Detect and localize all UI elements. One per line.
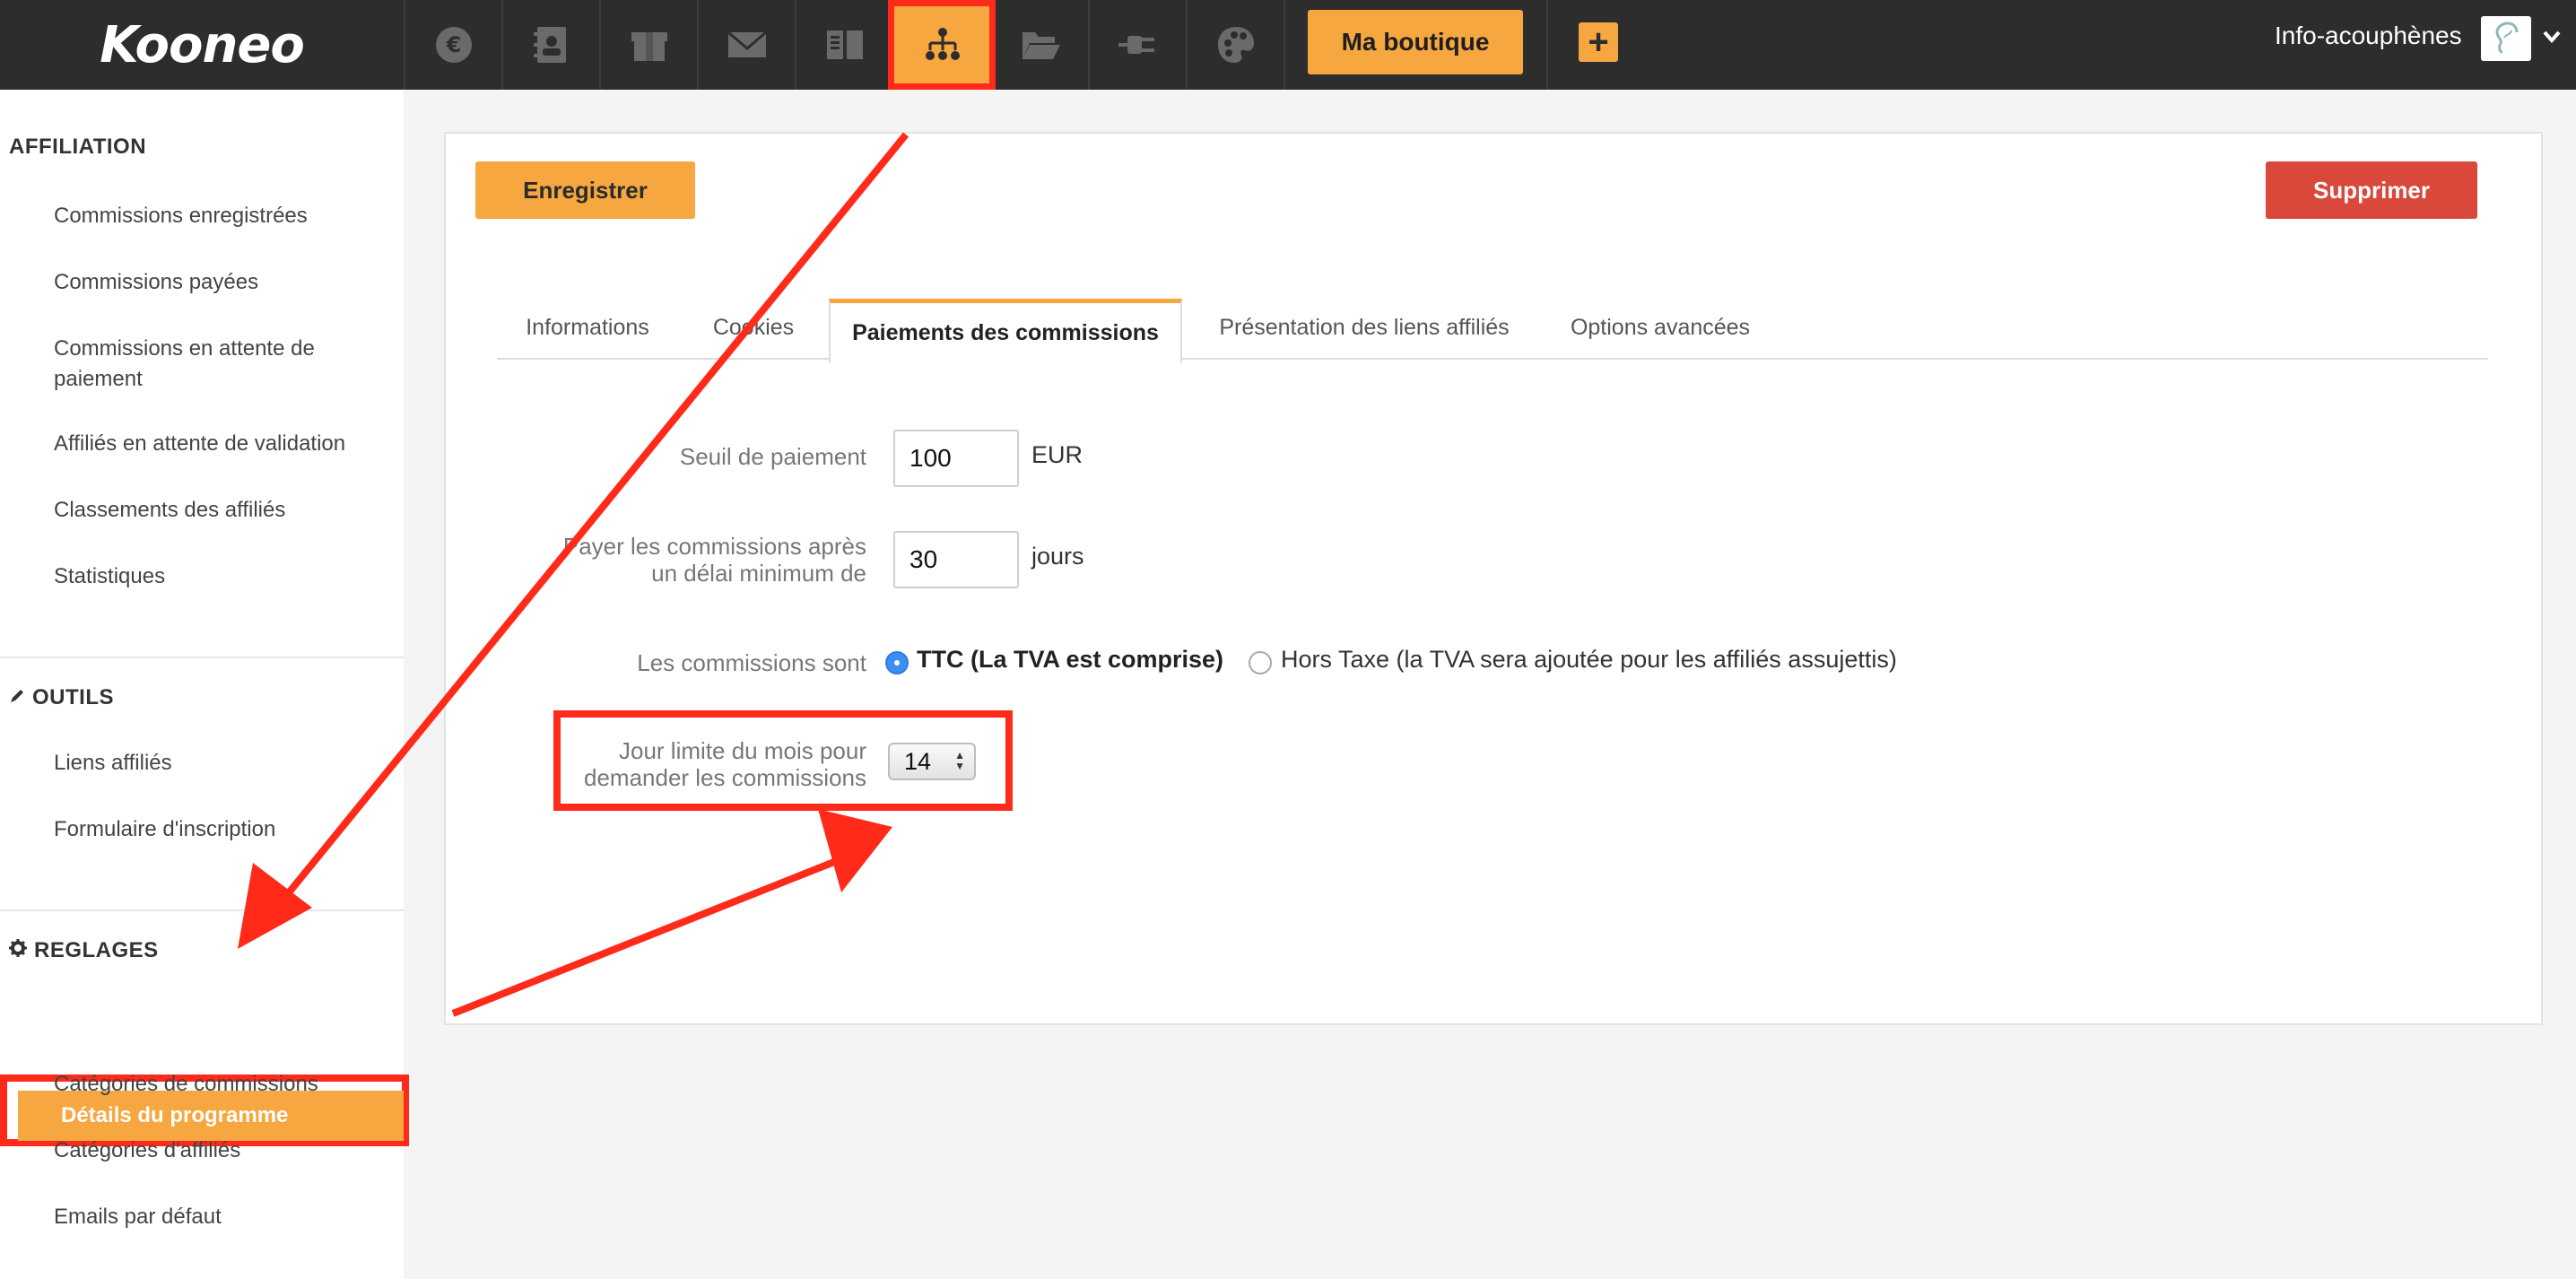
nav-highlight-box [888,0,996,90]
tab-presentation[interactable]: Présentation des liens affiliés [1202,296,1527,359]
user-name[interactable]: Info-acouphènes [2275,22,2462,50]
sidebar-item-formulaire[interactable]: Formulaire d'inscription [54,814,395,845]
threshold-unit: EUR [1031,441,1083,468]
folder-icon[interactable] [992,0,1090,90]
sidebar-item-liens-affilies[interactable]: Liens affiliés [54,748,395,779]
pencil-icon [9,685,25,710]
tax-ht-label[interactable]: Hors Taxe (la TVA sera ajoutée pour les … [1281,646,1897,674]
book-icon[interactable] [796,0,894,90]
delay-label: Payer les commissions après un délai min… [562,533,866,587]
svg-text:€: € [445,32,461,57]
sidebar-item-categories-commissions[interactable]: Catégories de commissions [54,1069,395,1100]
tab-paiements[interactable]: Paiements des commissions [829,299,1182,363]
sidebar-item-statistiques[interactable]: Statistiques [54,561,395,592]
section-title-outils: OUTILS [9,685,114,710]
delete-button[interactable]: Supprimer [2266,161,2477,219]
contacts-icon[interactable] [503,0,601,90]
tax-label: Les commissions sont [637,649,866,676]
tax-ttc-radio[interactable] [885,651,909,674]
tax-ht-radio[interactable] [1249,651,1272,674]
chevron-down-icon[interactable] [2542,25,2562,53]
tab-informations[interactable]: Informations [506,296,669,359]
tab-cookies[interactable]: Cookies [691,296,816,359]
palette-icon[interactable] [1188,0,1285,90]
sidebar-item-classements[interactable]: Classements des affiliés [54,495,395,526]
sidebar-item-commissions-enregistrees[interactable]: Commissions enregistrées [54,201,395,231]
delay-input[interactable] [893,531,1019,588]
delay-unit: jours [1031,543,1084,570]
shop-button[interactable]: Ma boutique [1308,10,1523,74]
box-icon[interactable] [601,0,699,90]
ear-icon [2495,22,2519,54]
sidebar-item-commissions-attente[interactable]: Commissions en attente de paiement [54,334,359,395]
sidebar-item-affilies-attente[interactable]: Affiliés en attente de validation [54,429,395,459]
sidebar: AFFILIATION Commissions enregistrées Com… [0,90,409,1279]
threshold-input[interactable] [893,430,1019,487]
day-limit-highlight-box [553,710,1013,811]
sidebar-item-commissions-payees[interactable]: Commissions payées [54,267,395,298]
top-bar: Kooneo € Ma boutique + Info-acouphènes [0,0,2576,90]
tab-options[interactable]: Options avancées [1548,296,1772,359]
sidebar-item-emails[interactable]: Emails par défaut [54,1202,395,1232]
plug-icon[interactable] [1090,0,1188,90]
euro-icon[interactable]: € [405,0,503,90]
avatar[interactable] [2481,16,2531,61]
mail-icon[interactable] [699,0,796,90]
add-button[interactable]: + [1579,22,1618,62]
threshold-label: Seuil de paiement [679,443,866,470]
sidebar-item-categories-affilies[interactable]: Catégories d'affiliés [54,1135,395,1166]
gear-icon [9,938,27,963]
tax-ttc-label[interactable]: TTC (La TVA est comprise) [917,646,1223,674]
logo[interactable]: Kooneo [0,0,405,90]
save-button[interactable]: Enregistrer [475,161,695,219]
section-title-affiliation: AFFILIATION [9,135,147,159]
section-title-reglages: REGLAGES [9,938,159,963]
